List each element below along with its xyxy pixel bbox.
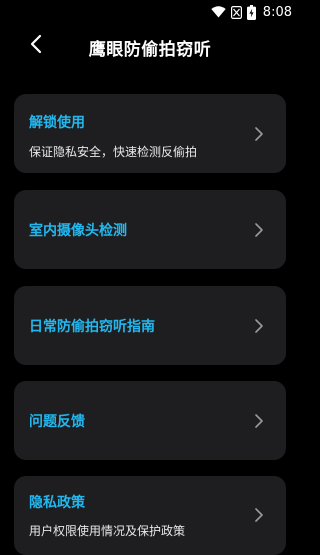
menu-item-unlock[interactable]: 解锁使用 保证隐私安全，快速检测反偷拍 (14, 94, 286, 173)
menu-item-feedback[interactable]: 问题反馈 (14, 381, 286, 460)
menu-item-privacy-policy[interactable]: 隐私政策 用户权限使用情况及保护政策 (14, 476, 286, 555)
menu-item-title: 问题反馈 (29, 414, 85, 430)
app-header: 鹰眼防偷拍窃听 (0, 24, 300, 70)
chevron-right-icon (254, 222, 264, 238)
menu-item-title: 日常防偷拍窃听指南 (29, 319, 155, 335)
menu-item-camera-detection[interactable]: 室内摄像头检测 (14, 190, 286, 269)
menu-item-title: 隐私政策 (29, 495, 85, 511)
menu-item-subtitle: 用户权限使用情况及保护政策 (29, 524, 186, 538)
chevron-right-icon (254, 318, 264, 334)
battery-charging-icon (246, 4, 256, 20)
no-signal-icon (230, 5, 242, 19)
wifi-icon (211, 6, 226, 18)
status-time: 8:08 (262, 4, 292, 20)
status-icons: 8:08 (211, 2, 292, 22)
menu-item-guide[interactable]: 日常防偷拍窃听指南 (14, 286, 286, 365)
status-bar: 8:08 (0, 0, 300, 24)
menu-item-title: 室内摄像头检测 (29, 223, 127, 239)
chevron-right-icon (254, 413, 264, 429)
chevron-right-icon (254, 126, 264, 142)
menu-item-title: 解锁使用 (29, 115, 85, 131)
page-title: 鹰眼防偷拍窃听 (88, 40, 212, 60)
chevron-right-icon (254, 507, 264, 523)
menu-item-subtitle: 保证隐私安全，快速检测反偷拍 (29, 145, 198, 159)
